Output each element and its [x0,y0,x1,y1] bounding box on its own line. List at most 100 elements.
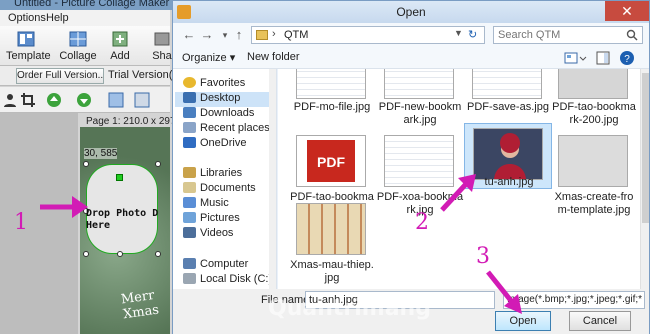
nav-label: Pictures [200,212,240,224]
nav-pictures[interactable]: Pictures [183,212,240,227]
menu-help[interactable]: Help [46,12,69,24]
resize-handle[interactable] [83,251,89,257]
downloads-icon [183,107,196,118]
svg-text:?: ? [624,54,630,65]
file-name: PDF-tao-bookma rk-200.jpg [552,101,636,126]
app-menubar: Options Help [0,10,170,26]
nav-label: OneDrive [200,137,247,149]
folder-icon [256,30,268,40]
help-icon[interactable]: ? [619,50,635,66]
resize-handle[interactable] [155,251,161,257]
step-3-arrow-icon [486,270,522,314]
drop-photo-here-text: Drop Photo D Here [86,208,170,232]
nav-label: Local Disk (C:) [200,273,273,285]
page-info: Page 1: 210.0 x 297.0 [86,116,184,127]
menu-options[interactable]: Options [8,12,46,24]
add-button[interactable]: Add [100,28,140,64]
file-item[interactable]: Xmas-mau-thiep. jpg [288,201,376,289]
step-2-number: 2 [415,210,429,235]
file-name: Xmas-mau-thiep. jpg [290,259,374,284]
up-arrow-icon[interactable]: ↑ [231,27,247,43]
nav-label: Computer [200,258,249,270]
forward-arrow-icon[interactable]: → [199,27,215,43]
collage-label: Collage [59,50,97,62]
nav-onedrive[interactable]: OneDrive [183,137,246,152]
step-3-number: 3 [476,244,490,269]
nav-computer[interactable]: Computer [183,258,248,273]
frame-icon[interactable] [134,92,150,108]
merry-xmas-text: Merr Xmas [120,288,160,322]
order-row: Order Full Version... Trial Version(15 [0,66,185,86]
search-input[interactable] [498,28,622,42]
computer-icon [183,258,196,269]
nav-local-disk[interactable]: Local Disk (C:) [183,273,272,288]
nav-music[interactable]: Music [183,197,229,212]
nav-favorites[interactable]: Favorites [183,77,245,92]
share-label: Sha [152,50,172,62]
nav-downloads[interactable]: Downloads [183,107,254,122]
command-bar: Organize ▾ New folder ? [173,47,649,69]
portrait-photo-icon [474,129,542,179]
close-button[interactable]: ✕ [605,1,649,21]
refresh-icon[interactable]: ↻ [468,28,477,41]
cancel-button[interactable]: Cancel [569,311,631,331]
step-1-number: 1 [14,210,28,235]
resize-handle[interactable] [155,161,161,167]
address-dropdown-icon[interactable]: ▼ [454,28,463,38]
nav-recent-places[interactable]: Recent places [183,122,270,137]
disk-icon [183,273,196,284]
nav-label: Recent places [200,122,270,134]
add-photo-icon [112,31,128,47]
resize-handle[interactable] [83,161,89,167]
file-item[interactable]: Xmas-create-fro m-template.jpg [550,131,638,231]
dialog-title: Open [396,5,426,19]
file-name: PDF-save-as.jpg [467,101,549,113]
move-up-icon[interactable] [46,92,62,108]
libraries-icon [183,167,196,178]
rotate-handle[interactable] [116,174,123,181]
organize-button[interactable]: Organize ▾ [182,51,235,64]
change-view-icon[interactable] [563,50,587,66]
view-controls: ? [563,50,643,66]
file-thumbnail: PDF [296,135,366,187]
address-bar[interactable]: › QTM ▼ ↻ [251,26,485,44]
search-icon[interactable] [626,29,638,41]
back-arrow-icon[interactable]: ← [181,27,197,43]
nav-documents[interactable]: Documents [183,182,256,197]
template-button[interactable]: Template [6,28,51,64]
search-box[interactable] [493,26,643,44]
layout-icon[interactable] [108,92,124,108]
preview-pane-icon[interactable] [595,50,611,66]
pictures-icon [183,212,196,223]
order-full-version-button[interactable]: Order Full Version... [16,68,104,84]
dialog-titlebar: Open ✕ [173,1,649,23]
move-down-icon[interactable] [76,92,92,108]
drop-photo-label: Drop Photo D Here [86,208,159,231]
current-folder[interactable]: QTM [284,29,308,41]
nav-videos[interactable]: Videos [183,227,233,242]
nav-scrollbar[interactable] [269,69,276,289]
nav-label: Desktop [200,92,241,104]
crop-icon[interactable] [20,92,36,108]
recent-places-icon [183,122,196,133]
pdf-icon: PDF [307,140,355,182]
resize-handle[interactable] [117,251,123,257]
music-icon [183,197,196,208]
nav-label: Videos [200,227,234,239]
nav-label: Documents [200,182,256,194]
file-thumbnail [558,69,628,99]
collage-icon [69,31,87,47]
app-toolbar: Template Collage Add Sha [0,26,172,66]
nav-desktop[interactable]: Desktop [175,92,275,107]
file-thumbnail [473,128,543,180]
scrollbar-thumb[interactable] [642,73,649,223]
left-panel [0,113,78,334]
new-folder-button[interactable]: New folder [247,51,300,63]
star-icon [183,77,196,88]
file-scrollbar[interactable] [640,69,649,289]
file-thumbnail [296,69,366,99]
template-icon [17,31,35,47]
person-icon[interactable] [2,92,18,108]
nav-libraries[interactable]: Libraries [183,167,242,182]
collage-button[interactable]: Collage [58,28,98,64]
